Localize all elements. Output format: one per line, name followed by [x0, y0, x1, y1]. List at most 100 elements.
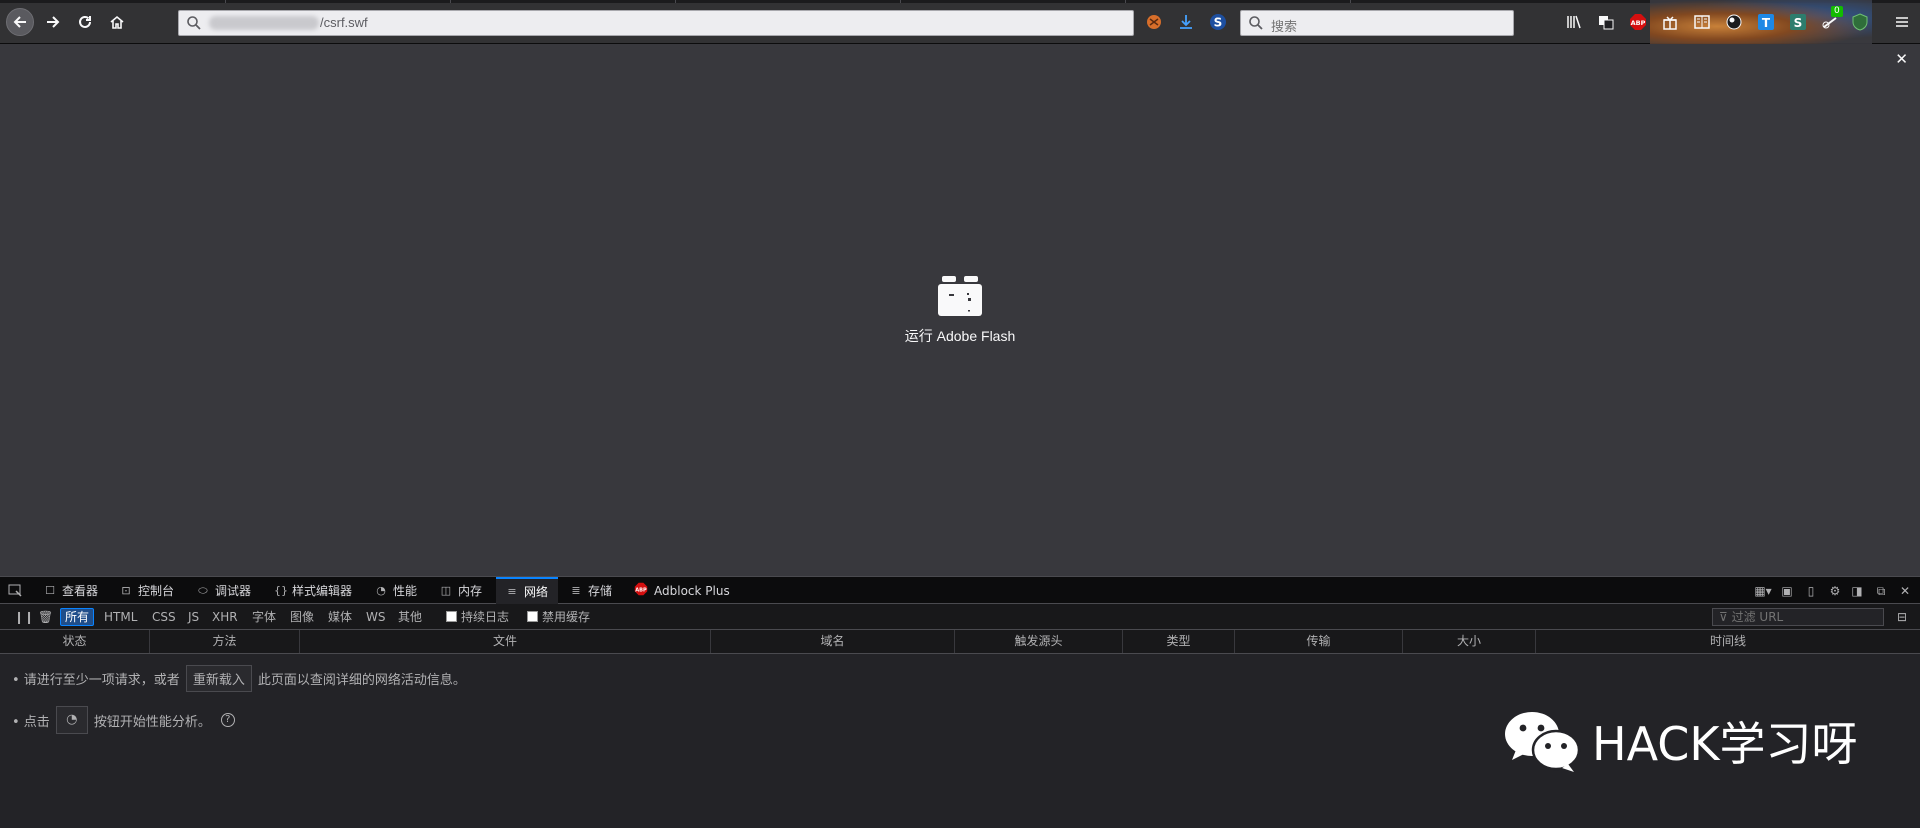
tab-network[interactable]: ≡ 网络 [496, 577, 559, 604]
filter-url-input[interactable]: ⊽ 过滤 URL [1712, 608, 1884, 626]
filter-js[interactable]: JS [184, 608, 203, 626]
tab-label: 控制台 [138, 584, 175, 598]
svg-text:ABP: ABP [635, 587, 647, 593]
plugin-icon[interactable] [938, 276, 982, 316]
disable-cache-checkbox[interactable] [527, 611, 538, 622]
search-bar[interactable]: 搜索 [1240, 10, 1514, 36]
url-bar[interactable]: /csrf.swf [178, 10, 1134, 36]
extension-badge-count: 0 [1831, 6, 1843, 17]
back-button[interactable] [6, 8, 34, 36]
reload-button[interactable] [72, 9, 98, 35]
tab-console[interactable]: ⊡ 控制台 [120, 577, 174, 604]
extension-t-icon[interactable]: T [1756, 12, 1776, 32]
extension-badge-icon[interactable]: 0 [1820, 6, 1843, 32]
svg-text:S: S [1214, 16, 1223, 30]
filter-icon: ⊽ [1719, 610, 1732, 624]
url-text: /csrf.swf [320, 15, 368, 30]
column-status[interactable]: 状态 [0, 630, 150, 653]
filter-xhr[interactable]: XHR [208, 608, 242, 626]
close-icon[interactable]: ✕ [1895, 50, 1908, 68]
notice-text: 按钮开始性能分析。 [93, 714, 211, 730]
dock-side-icon[interactable]: ◨ [1848, 582, 1866, 600]
undock-icon[interactable]: ⧉ [1872, 582, 1890, 600]
sidebar-toggle-icon[interactable]: ⊟ [1893, 608, 1911, 626]
layout-dropdown-icon[interactable]: ▦▾ [1750, 582, 1776, 600]
gear-icon[interactable]: ⚙ [1826, 582, 1844, 600]
storage-icon: ≣ [571, 584, 581, 597]
run-flash-label[interactable]: 运行 Adobe Flash [0, 326, 1920, 346]
braces-icon: {} [274, 584, 288, 597]
tab-inspector[interactable]: ☐ 查看器 [44, 577, 98, 604]
inspector-icon: ☐ [45, 584, 55, 597]
filter-ws[interactable]: WS [362, 608, 389, 626]
element-picker-icon[interactable] [6, 582, 24, 600]
shield-icon[interactable] [1850, 12, 1870, 32]
notice-text: • 点击 [12, 714, 50, 730]
tab-storage[interactable]: ≣ 存储 [570, 577, 612, 604]
column-size[interactable]: 大小 [1403, 630, 1536, 653]
extension-s-green-icon[interactable]: S [1788, 12, 1808, 32]
devtools-panel: ☐ 查看器 ⊡ 控制台 ⬭ 调试器 {} 样式编辑器 ◔ 性能 ◫ 内存 ≡ 网络 ≣ 存储 A… [0, 576, 1920, 828]
redacted-host [209, 16, 319, 30]
adblock-plus-icon[interactable]: ABP [1628, 12, 1648, 32]
column-transferred[interactable]: 传输 [1235, 630, 1403, 653]
filter-css[interactable]: CSS [148, 608, 180, 626]
tab-performance[interactable]: ◔ 性能 [375, 577, 417, 604]
menu-icon[interactable] [1892, 12, 1912, 32]
reload-page-button[interactable]: 重新载入 [185, 665, 252, 692]
tab-debugger[interactable]: ⬭ 调试器 [197, 577, 251, 604]
close-icon[interactable]: ✕ [1896, 582, 1914, 600]
browser-toolbar: /csrf.swf S 搜索 ABP T S 0 [0, 0, 1920, 44]
library-icon[interactable] [1564, 12, 1584, 32]
tab-adblock-plus[interactable]: ABP Adblock Plus [634, 577, 730, 604]
forward-button[interactable] [40, 9, 66, 35]
help-icon[interactable]: ? [220, 713, 235, 727]
filter-fonts[interactable]: 字体 [248, 608, 280, 626]
column-domain[interactable]: 域名 [711, 630, 955, 653]
trash-icon[interactable]: 🗑 [34, 608, 57, 626]
performance-icon: ◔ [376, 584, 386, 597]
persist-log-checkbox[interactable] [446, 611, 457, 622]
filter-html[interactable]: HTML [100, 608, 141, 626]
watermark: HACK学习呀 [1502, 708, 1862, 774]
tab-memory[interactable]: ◫ 内存 [440, 577, 482, 604]
filter-images[interactable]: 图像 [286, 608, 318, 626]
home-icon [110, 15, 124, 29]
column-method[interactable]: 方法 [150, 630, 300, 653]
tab-label: 性能 [393, 584, 418, 598]
column-file[interactable]: 文件 [300, 630, 711, 653]
network-icon: ≡ [507, 585, 517, 598]
responsive-design-icon[interactable]: ▯ [1802, 582, 1820, 600]
svg-text:T: T [1762, 16, 1771, 30]
console-icon: ⊡ [121, 584, 131, 597]
devtools-tab-bar: ☐ 查看器 ⊡ 控制台 ⬭ 调试器 {} 样式编辑器 ◔ 性能 ◫ 内存 ≡ 网络 ≣ 存储 A… [0, 576, 1920, 604]
column-cause[interactable]: 触发源头 [955, 630, 1123, 653]
arrow-left-icon [13, 16, 26, 28]
search-icon [1249, 16, 1263, 30]
tab-label: 调试器 [215, 584, 252, 598]
extension-ball-icon[interactable] [1724, 12, 1744, 32]
column-type[interactable]: 类型 [1123, 630, 1235, 653]
filter-other[interactable]: 其他 [394, 608, 426, 626]
filter-all[interactable]: 所有 [60, 608, 95, 626]
tab-label: 内存 [458, 584, 483, 598]
tab-strip [0, 0, 1920, 3]
download-icon[interactable] [1177, 13, 1197, 33]
svg-text:ABP: ABP [1631, 19, 1646, 27]
extension-gift-icon[interactable] [1660, 12, 1680, 32]
notice-text: 此页面以查阅详细的网络活动信息。 [257, 673, 466, 688]
empty-notice-performance: • 点击 ◔ 按钮开始性能分析。 ? [12, 706, 235, 734]
extension-fox-icon[interactable] [1145, 13, 1165, 33]
reader-icon[interactable] [1692, 12, 1712, 32]
extension-s-icon[interactable]: S [1209, 13, 1229, 33]
start-performance-button[interactable]: ◔ [55, 706, 88, 734]
home-button[interactable] [104, 9, 130, 35]
filter-media[interactable]: 媒体 [324, 608, 356, 626]
tab-label: Adblock Plus [654, 583, 730, 598]
translate-icon[interactable] [1596, 12, 1616, 32]
tab-style-editor[interactable]: {} 样式编辑器 [274, 577, 352, 604]
page-content: ✕ 运行 Adobe Flash [0, 44, 1920, 576]
column-timeline[interactable]: 时间线 [1536, 630, 1920, 653]
split-console-icon[interactable]: ▣ [1778, 582, 1796, 600]
wechat-icon [1505, 712, 1581, 772]
